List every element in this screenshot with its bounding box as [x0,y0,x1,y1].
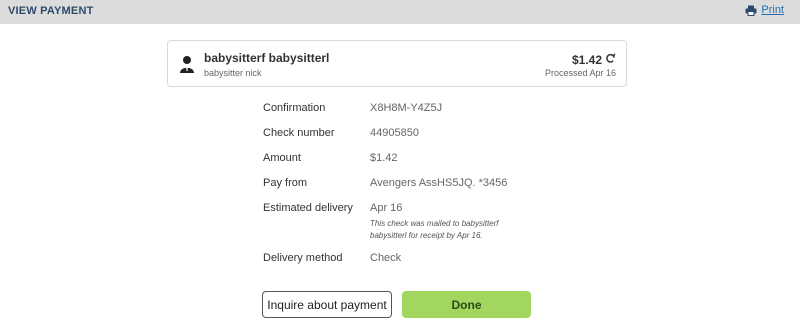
payee-card: babysitterf babysitterl babysitter nick … [167,40,627,87]
detail-label: Check number [263,127,335,139]
done-button[interactable]: Done [402,291,531,318]
card-amount: $1.42 [571,53,602,67]
inquire-button[interactable]: Inquire about payment [262,291,392,318]
detail-label: Confirmation [263,102,326,114]
card-amount-group: $1.42 [572,51,616,69]
detail-value: Check [370,252,402,264]
page-title: VIEW PAYMENT [8,5,94,17]
detail-value: Apr 16 [370,202,403,214]
print-link[interactable]: Print [745,4,784,16]
detail-value: Avengers AssHS5JQ. *3456 [370,177,508,189]
payment-status: Processed Apr 16 [544,68,616,78]
detail-label: Pay from [263,177,308,189]
header-bar: VIEW PAYMENT Print [0,0,800,24]
detail-label: Delivery method [263,252,343,264]
detail-label: Amount [263,152,301,164]
person-icon [180,55,194,78]
payee-nickname: babysitter nick [204,68,262,78]
detail-value: X8H8M-Y4Z5J [370,102,443,114]
delivery-note: This check was mailed to babysitterf bab… [370,219,499,240]
detail-value: $1.42 [370,152,398,164]
detail-value: 44905850 [370,127,419,139]
payee-name: babysitterf babysitterl [204,51,330,65]
print-label[interactable]: Print [761,4,784,16]
refresh-icon [605,51,616,69]
detail-label: Estimated delivery [263,202,353,214]
printer-icon [745,5,757,16]
